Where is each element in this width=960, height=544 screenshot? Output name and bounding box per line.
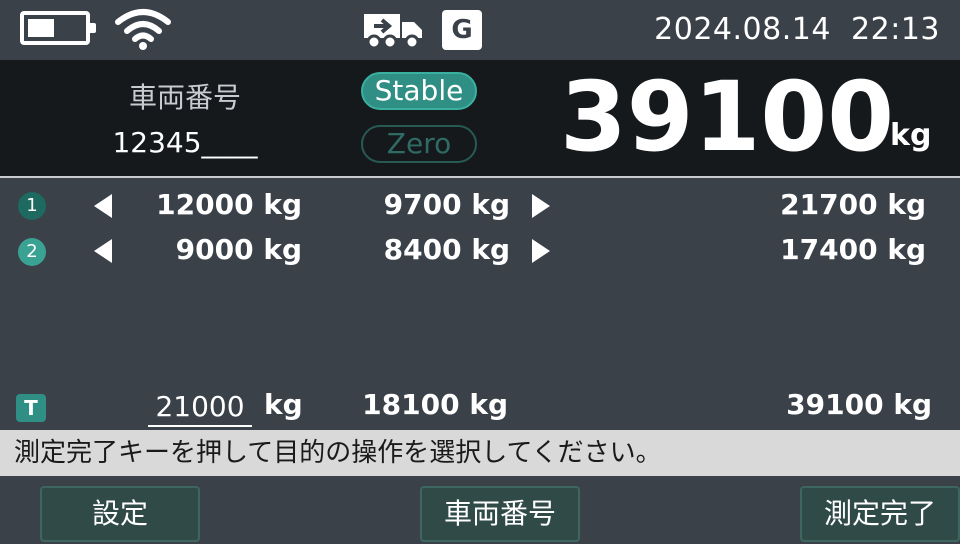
total-first-unit: kg [264,388,303,421]
row-net-weight: 21700 kg [780,188,926,221]
total-first-underline [148,425,252,427]
row-number-badge: 2 [18,238,46,266]
row-number-badge: 1 [18,192,46,220]
zero-indicator: Zero [361,125,477,163]
arrow-left-icon [94,194,112,218]
stable-indicator: Stable [361,72,477,110]
settings-button[interactable]: 設定 [40,486,200,542]
battery-icon [20,11,96,45]
weight-unit: kg [890,118,932,153]
g-badge: G [442,10,482,50]
vehicle-number-button[interactable]: 車両番号 [420,486,580,542]
truck-icon [362,10,424,54]
total-second-weight: 18100 kg [362,388,508,421]
arrow-right-icon [532,194,550,218]
row-first-weight: 12000 kg [156,188,302,221]
date-time: 2024.08.14 22:13 [600,12,940,47]
instruction-message: 測定完了キーを押して目的の操作を選択してください。 [0,430,960,476]
time-text: 22:13 [851,12,940,47]
row-first-weight: 9000 kg [175,233,302,266]
arrow-right-icon [532,239,550,263]
arrow-left-icon [94,239,112,263]
weight-readout: 39100 [560,61,894,173]
row-net-weight: 17400 kg [780,233,926,266]
total-net-weight: 39100 kg [786,388,932,421]
wifi-icon [114,8,172,54]
date-text: 2024.08.14 [654,12,831,47]
divider [0,176,960,178]
vehicle-number-label: 車両番号 [128,81,241,114]
total-first-weight: 21000 [155,390,245,423]
total-badge: T [16,394,46,422]
row-second-weight: 9700 kg [383,188,510,221]
row-second-weight: 8400 kg [383,233,510,266]
vehicle-number-value: 12345____ [112,126,258,159]
measurement-complete-button[interactable]: 測定完了 [800,486,960,542]
